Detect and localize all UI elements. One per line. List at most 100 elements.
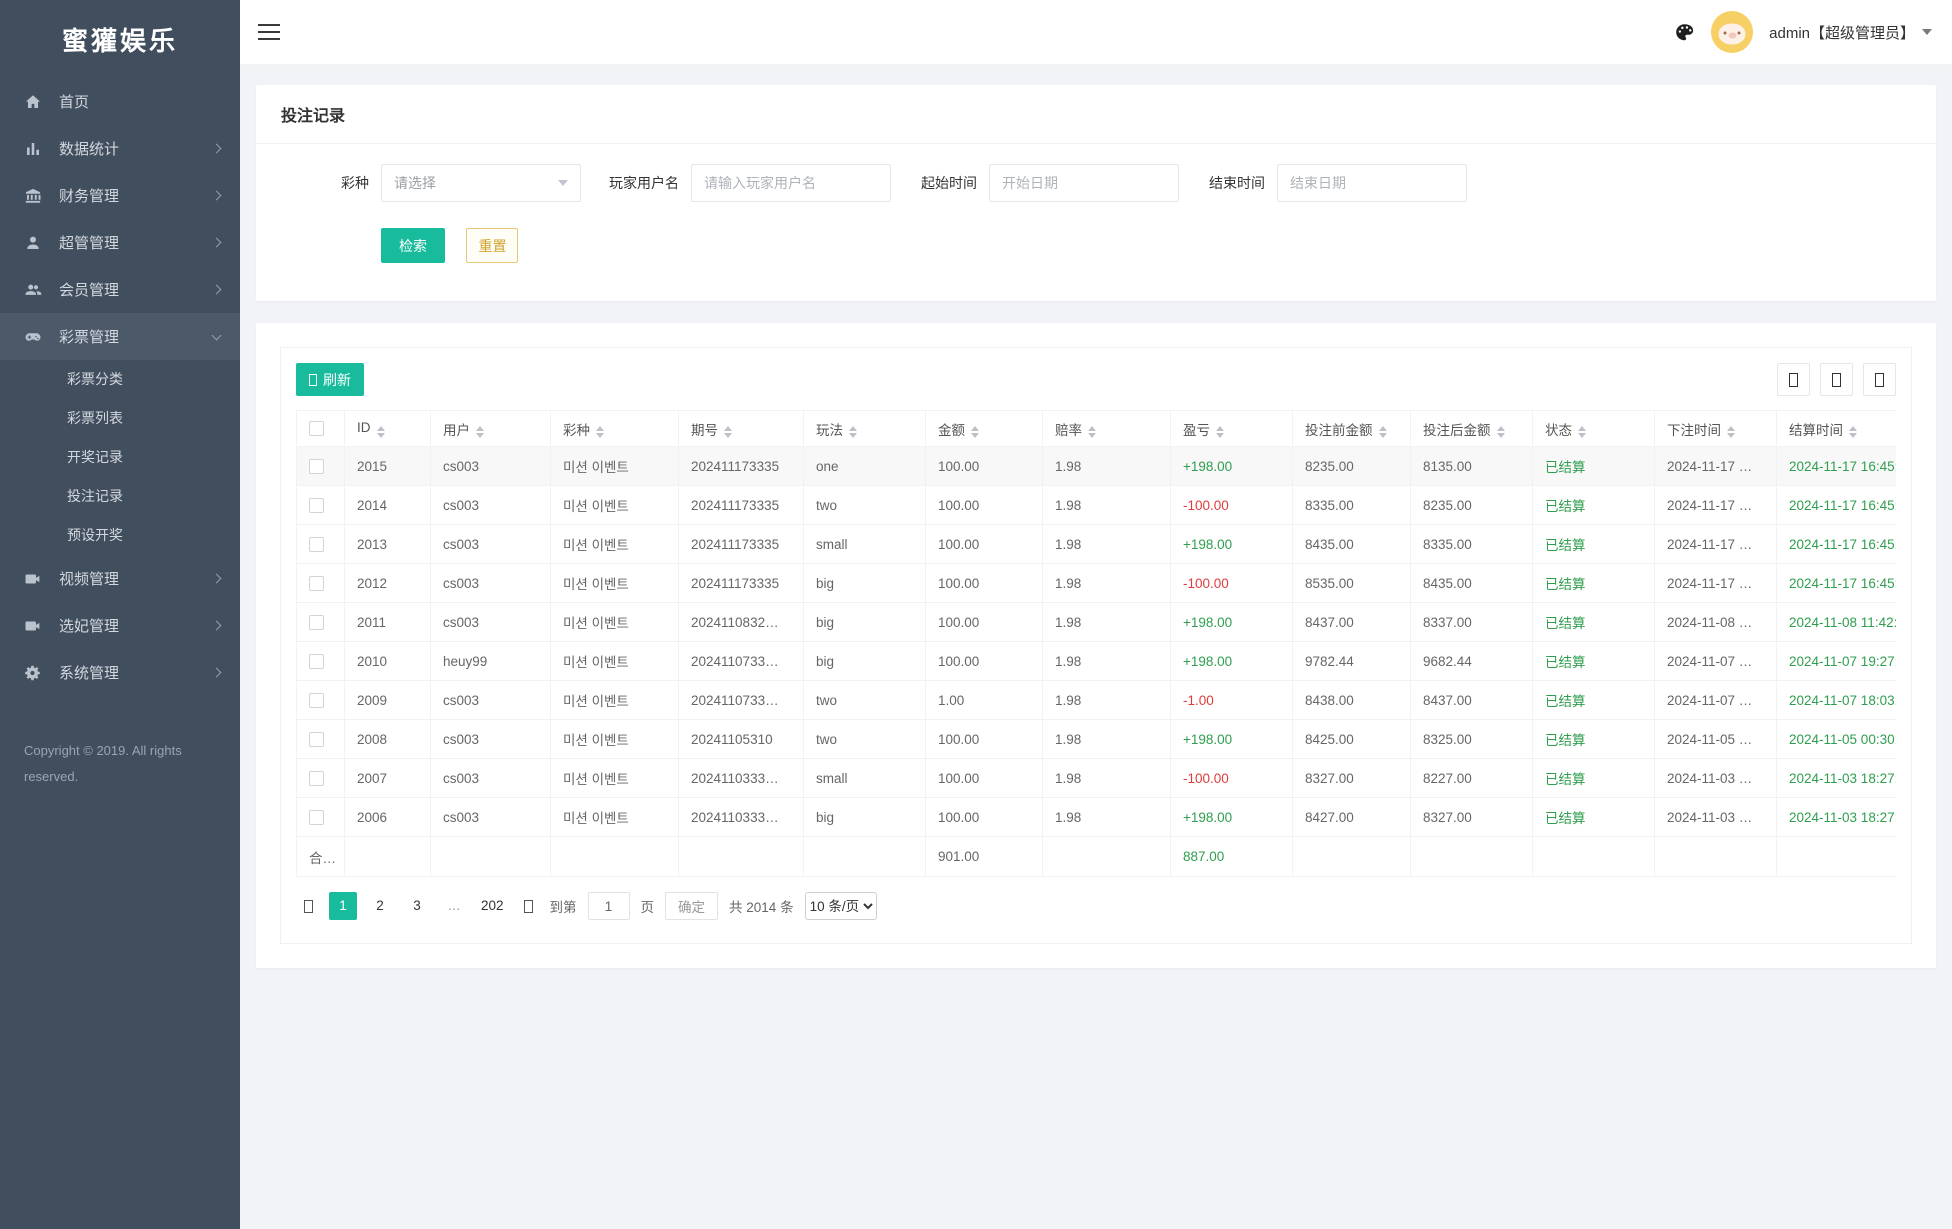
sort-icon[interactable] [1088, 426, 1096, 438]
row-checkbox-cell [297, 564, 345, 603]
goto-page-input[interactable] [588, 892, 630, 920]
username-input[interactable] [691, 164, 891, 202]
row-checkbox[interactable] [309, 810, 324, 825]
table-row: 2008 cs003 미션 이벤트 20241105310 two 100.00… [297, 720, 1897, 759]
sidebar-item-video[interactable]: 视频管理 [0, 555, 240, 602]
sort-icon[interactable] [971, 426, 979, 438]
sort-icon[interactable] [1216, 426, 1224, 438]
pagination: 123 … 202 到第 页 确定 共 2014 条 10 条/页 [298, 892, 1896, 920]
table-row: 2014 cs003 미션 이벤트 202411173335 two 100.0… [297, 486, 1897, 525]
summary-profit: 887.00 [1171, 837, 1293, 877]
page-ellipsis: … [440, 892, 468, 920]
goto-confirm-button[interactable]: 确定 [665, 892, 718, 920]
page-button[interactable]: 202 [477, 892, 508, 920]
user-menu[interactable]: admin【超级管理员】 [1769, 22, 1932, 43]
sidebar-subitem-lottery-list[interactable]: 彩票列表 [0, 399, 240, 438]
caret-down-icon [1922, 29, 1932, 35]
sort-icon[interactable] [1497, 426, 1505, 438]
avatar[interactable] [1711, 11, 1753, 53]
bet-records-table: ID 用户 彩种 期号 玩法 金额 赔率 盈亏 投注前金额 投注后金额 状态 [296, 410, 1896, 877]
header-before-amount: 投注前金额 [1293, 411, 1411, 447]
goto-prefix: 到第 [550, 896, 577, 916]
sidebar-subitem-bet-records[interactable]: 投注记录 [0, 477, 240, 516]
next-page-icon[interactable] [519, 892, 539, 920]
row-checkbox[interactable] [309, 576, 324, 591]
chevron-right-icon [212, 285, 222, 295]
sort-icon[interactable] [1578, 426, 1586, 438]
header-status: 状态 [1533, 411, 1655, 447]
sidebar-item-finance[interactable]: 财务管理 [0, 172, 240, 219]
toolbar-print-button[interactable] [1863, 363, 1896, 396]
filter-section: 彩种 请选择 玩家用户名 起始时间 [256, 144, 1936, 301]
search-button[interactable]: 检索 [381, 228, 445, 263]
sidebar-item-system[interactable]: 系统管理 [0, 649, 240, 696]
toolbar-export-button[interactable] [1820, 363, 1853, 396]
app-logo: 蜜獾娱乐 [0, 0, 240, 78]
row-checkbox[interactable] [309, 771, 324, 786]
sort-icon[interactable] [1849, 426, 1857, 438]
content: 投注记录 彩种 请选择 玩家用户名 起始时间 [240, 65, 1952, 968]
row-checkbox[interactable] [309, 654, 324, 669]
header-user: 用户 [431, 411, 551, 447]
row-checkbox[interactable] [309, 693, 324, 708]
select-all-checkbox[interactable] [309, 421, 324, 436]
table-card: 刷新 [256, 323, 1936, 968]
page-button[interactable]: 3 [403, 892, 431, 920]
print-icon [1875, 373, 1884, 387]
theme-palette-icon[interactable] [1674, 22, 1695, 43]
row-checkbox-cell [297, 486, 345, 525]
page-title: 投注记录 [256, 85, 1936, 144]
lottery-select[interactable]: 请选择 [381, 164, 581, 202]
row-checkbox-cell [297, 447, 345, 486]
sort-icon[interactable] [1727, 426, 1735, 438]
sidebar-item-lottery[interactable]: 彩票管理 [0, 313, 240, 360]
sort-icon[interactable] [849, 426, 857, 438]
total-count: 共 2014 条 [729, 896, 794, 916]
sort-icon[interactable] [476, 426, 484, 438]
username-text: admin【超级管理员】 [1769, 22, 1915, 43]
chevron-right-icon [212, 574, 222, 584]
prev-page-icon[interactable] [298, 892, 318, 920]
row-checkbox[interactable] [309, 459, 324, 474]
end-time-filter-group: 结束时间 [1209, 164, 1467, 202]
end-date-input[interactable] [1277, 164, 1467, 202]
page-button[interactable]: 2 [366, 892, 394, 920]
sidebar-subitem-lottery-category[interactable]: 彩票分类 [0, 360, 240, 399]
sidebar-subitem-preset-draw[interactable]: 预设开奖 [0, 516, 240, 555]
row-checkbox[interactable] [309, 615, 324, 630]
header-amount: 金额 [926, 411, 1043, 447]
chevron-right-icon [212, 144, 222, 154]
bar-chart-icon [24, 140, 42, 158]
row-checkbox[interactable] [309, 537, 324, 552]
chevron-right-icon [212, 668, 222, 678]
sidebar-item-home[interactable]: 首页 [0, 78, 240, 125]
sort-icon[interactable] [377, 426, 385, 438]
start-date-input[interactable] [989, 164, 1179, 202]
chevron-down-icon [212, 330, 222, 340]
sidebar-item-members[interactable]: 会员管理 [0, 266, 240, 313]
per-page-select[interactable]: 10 条/页 [805, 892, 877, 920]
table-row: 2006 cs003 미션 이벤트 2024110333… big 100.00… [297, 798, 1897, 837]
refresh-button[interactable]: 刷新 [296, 363, 364, 396]
sort-icon[interactable] [724, 426, 732, 438]
lottery-filter-label: 彩种 [341, 173, 369, 193]
columns-icon [1789, 373, 1798, 387]
row-checkbox-cell [297, 720, 345, 759]
menu-toggle-icon[interactable] [258, 24, 280, 40]
reset-button[interactable]: 重置 [466, 228, 518, 263]
start-time-filter-group: 起始时间 [921, 164, 1179, 202]
row-checkbox[interactable] [309, 498, 324, 513]
page-list: 123 … 202 [329, 892, 508, 920]
sidebar-item-superadmin[interactable]: 超管管理 [0, 219, 240, 266]
sidebar-subitem-draw-records[interactable]: 开奖记录 [0, 438, 240, 477]
row-checkbox-cell [297, 681, 345, 720]
row-checkbox[interactable] [309, 732, 324, 747]
sidebar-item-xuanfei[interactable]: 选妃管理 [0, 602, 240, 649]
toolbar-filter-columns-button[interactable] [1777, 363, 1810, 396]
page-button[interactable]: 1 [329, 892, 357, 920]
goto-suffix: 页 [641, 896, 655, 916]
header-after-amount: 投注后金额 [1411, 411, 1533, 447]
sidebar-item-statistics[interactable]: 数据统计 [0, 125, 240, 172]
sort-icon[interactable] [596, 426, 604, 438]
sort-icon[interactable] [1379, 426, 1387, 438]
